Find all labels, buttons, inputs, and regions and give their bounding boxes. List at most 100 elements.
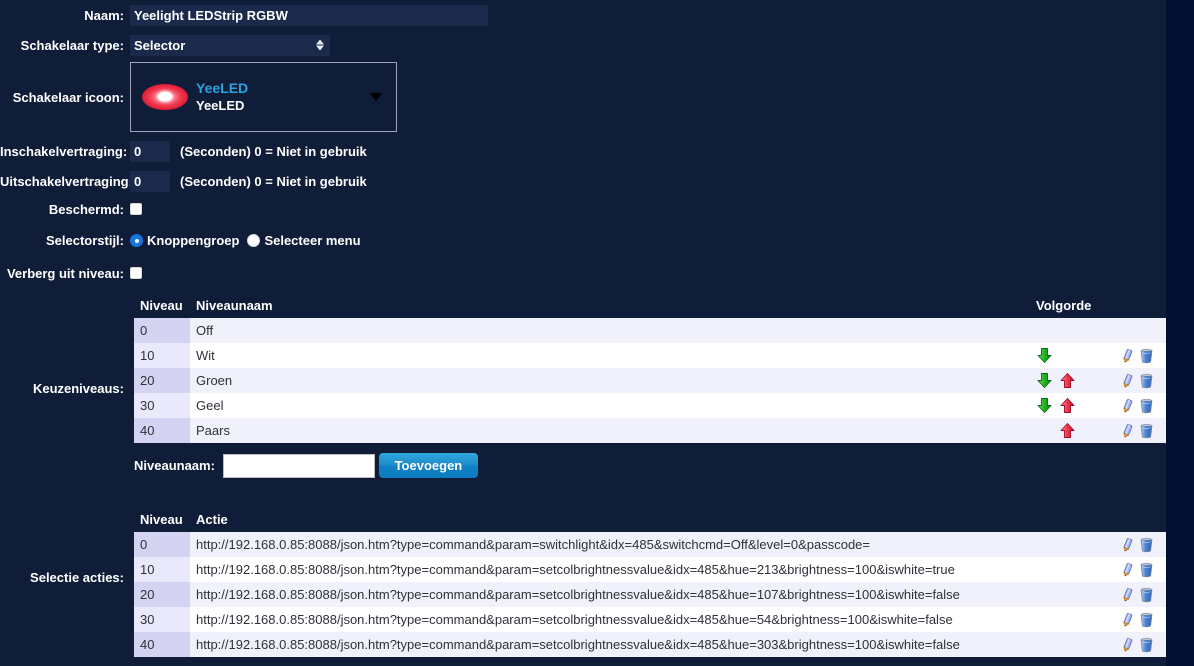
levels-table-row: 30 Geel (134, 393, 1166, 419)
field-row-switch-icon: Schakelaar icoon: YeeLED YeeLED (0, 62, 1166, 132)
levels-cell-order (1030, 318, 1120, 344)
switch-type-select[interactable]: Selector (130, 34, 330, 56)
label-off-delay: Uitschakelvertraging: (0, 173, 133, 189)
field-row-name: Naam: (0, 4, 1166, 26)
add-level-label: Niveaunaam: (134, 458, 215, 473)
actions-cell-level: 10 (134, 557, 190, 582)
switch-type-value: Selector (134, 37, 186, 53)
levels-cell-actions (1120, 418, 1166, 444)
trash-delete-icon[interactable] (1139, 637, 1154, 653)
switch-icon-picker[interactable]: YeeLED YeeLED (130, 62, 397, 132)
on-delay-hint: (Seconden) 0 = Niet in gebruik (180, 143, 367, 159)
levels-table-row: 10 Wit (134, 343, 1166, 369)
arrow-down-green-icon[interactable] (1036, 372, 1053, 389)
actions-table-body: 0 http://192.168.0.85:8088/json.htm?type=… (134, 532, 1166, 657)
arrow-up-red-icon[interactable] (1059, 422, 1076, 439)
actions-cell-url: http://192.168.0.85:8088/json.htm?type=c… (190, 607, 1120, 632)
actions-table: Niveau Actie 0 http://192.168.0.85:8088/j… (134, 508, 1166, 657)
pencil-edit-icon[interactable] (1120, 423, 1135, 439)
actions-table-row: 30 http://192.168.0.85:8088/json.htm?type… (134, 607, 1166, 632)
actions-header-level: Niveau (134, 508, 190, 532)
name-input[interactable] (130, 4, 488, 26)
levels-cell-order (1030, 418, 1120, 444)
selector-style-radio-buttongroup[interactable] (130, 233, 143, 247)
selector-style-label-menu: Selecteer menu (264, 232, 361, 248)
actions-table-row: 0 http://192.168.0.85:8088/json.htm?type=… (134, 532, 1166, 557)
on-delay-input[interactable] (130, 140, 170, 162)
trash-delete-icon[interactable] (1139, 398, 1154, 414)
arrow-down-green-icon[interactable] (1036, 347, 1053, 364)
pencil-edit-icon[interactable] (1120, 637, 1135, 653)
trash-delete-icon[interactable] (1139, 373, 1154, 389)
actions-table-header-row: Niveau Actie (134, 508, 1166, 532)
arrow-up-red-icon[interactable] (1059, 397, 1076, 414)
add-level-row: Niveaunaam: Toevoegen (134, 453, 478, 478)
levels-cell-name: Paars (190, 418, 1030, 444)
pencil-edit-icon[interactable] (1120, 398, 1135, 414)
levels-table-header-row: Niveau Niveaunaam Volgorde (134, 294, 1166, 318)
field-row-switch-type: Schakelaar type: Selector (0, 34, 1166, 56)
actions-header-action: Actie (190, 508, 1120, 532)
actions-cell-url: http://192.168.0.85:8088/json.htm?type=c… (190, 532, 1120, 557)
actions-header-icons (1120, 508, 1166, 532)
page-root: Naam: Schakelaar type: Selector Schakela… (0, 0, 1194, 666)
levels-cell-order (1030, 393, 1120, 419)
arrow-down-green-icon[interactable] (1036, 397, 1053, 414)
actions-cell-level: 40 (134, 632, 190, 657)
levels-header-order: Volgorde (1030, 294, 1120, 318)
levels-cell-actions (1120, 318, 1166, 344)
levels-cell-name: Wit (190, 343, 1030, 369)
levels-header-level: Niveau (134, 294, 190, 318)
levels-cell-order (1030, 343, 1120, 369)
pencil-edit-icon[interactable] (1120, 562, 1135, 578)
pencil-edit-icon[interactable] (1120, 587, 1135, 603)
levels-cell-name: Geel (190, 393, 1030, 419)
levels-cell-level: 20 (134, 368, 190, 394)
trash-delete-icon[interactable] (1139, 537, 1154, 553)
arrow-up-red-icon[interactable] (1059, 372, 1076, 389)
order-arrow-placeholder (1036, 322, 1053, 339)
add-level-button[interactable]: Toevoegen (378, 453, 478, 478)
levels-cell-actions (1120, 343, 1166, 369)
chevron-down-icon[interactable] (370, 93, 382, 101)
field-row-protected: Beschermd: (0, 200, 1166, 218)
label-switch-type: Schakelaar type: (20, 37, 124, 53)
label-name: Naam: (84, 7, 124, 23)
selector-style-radio-menu[interactable] (247, 233, 261, 247)
pencil-edit-icon[interactable] (1120, 612, 1135, 628)
pencil-edit-icon[interactable] (1120, 348, 1135, 364)
levels-table: Niveau Niveaunaam Volgorde 0 Off 10 Wit 20 Gr… (134, 294, 1166, 444)
protected-checkbox[interactable] (130, 203, 142, 215)
actions-cell-level: 0 (134, 532, 190, 557)
actions-cell-actions (1120, 607, 1166, 632)
field-row-off-delay: Uitschakelvertraging: (Seconden) 0 = Nie… (0, 170, 1166, 192)
trash-delete-icon[interactable] (1139, 348, 1154, 364)
levels-cell-level: 10 (134, 343, 190, 369)
levels-header-name: Niveaunaam (190, 294, 1030, 318)
actions-cell-level: 20 (134, 582, 190, 607)
label-levels: Keuzeniveaus: (32, 381, 124, 396)
actions-cell-actions (1120, 532, 1166, 557)
trash-delete-icon[interactable] (1139, 562, 1154, 578)
hide-off-level-checkbox[interactable] (130, 267, 142, 279)
actions-cell-url: http://192.168.0.85:8088/json.htm?type=c… (190, 557, 1120, 582)
off-delay-input[interactable] (130, 170, 170, 192)
add-level-input[interactable] (222, 453, 375, 478)
trash-delete-icon[interactable] (1139, 423, 1154, 439)
actions-cell-actions (1120, 582, 1166, 607)
pencil-edit-icon[interactable] (1120, 373, 1135, 389)
trash-delete-icon[interactable] (1139, 587, 1154, 603)
levels-cell-level: 30 (134, 393, 190, 419)
pencil-edit-icon[interactable] (1120, 537, 1135, 553)
field-row-hide-off-level: Verberg uit niveau: (0, 264, 1166, 282)
field-row-selector-style: Selectorstijl: Knoppengroep Selecteer me… (0, 231, 1166, 249)
label-protected: Beschermd: (48, 201, 124, 217)
off-delay-hint: (Seconden) 0 = Niet in gebruik (180, 173, 367, 189)
levels-cell-name: Groen (190, 368, 1030, 394)
spinner-updown-icon (316, 39, 324, 51)
right-edge-strip (1166, 0, 1194, 666)
levels-table-row: 40 Paars (134, 418, 1166, 444)
actions-table-row: 10 http://192.168.0.85:8088/json.htm?type… (134, 557, 1166, 582)
trash-delete-icon[interactable] (1139, 612, 1154, 628)
levels-cell-level: 0 (134, 318, 190, 344)
